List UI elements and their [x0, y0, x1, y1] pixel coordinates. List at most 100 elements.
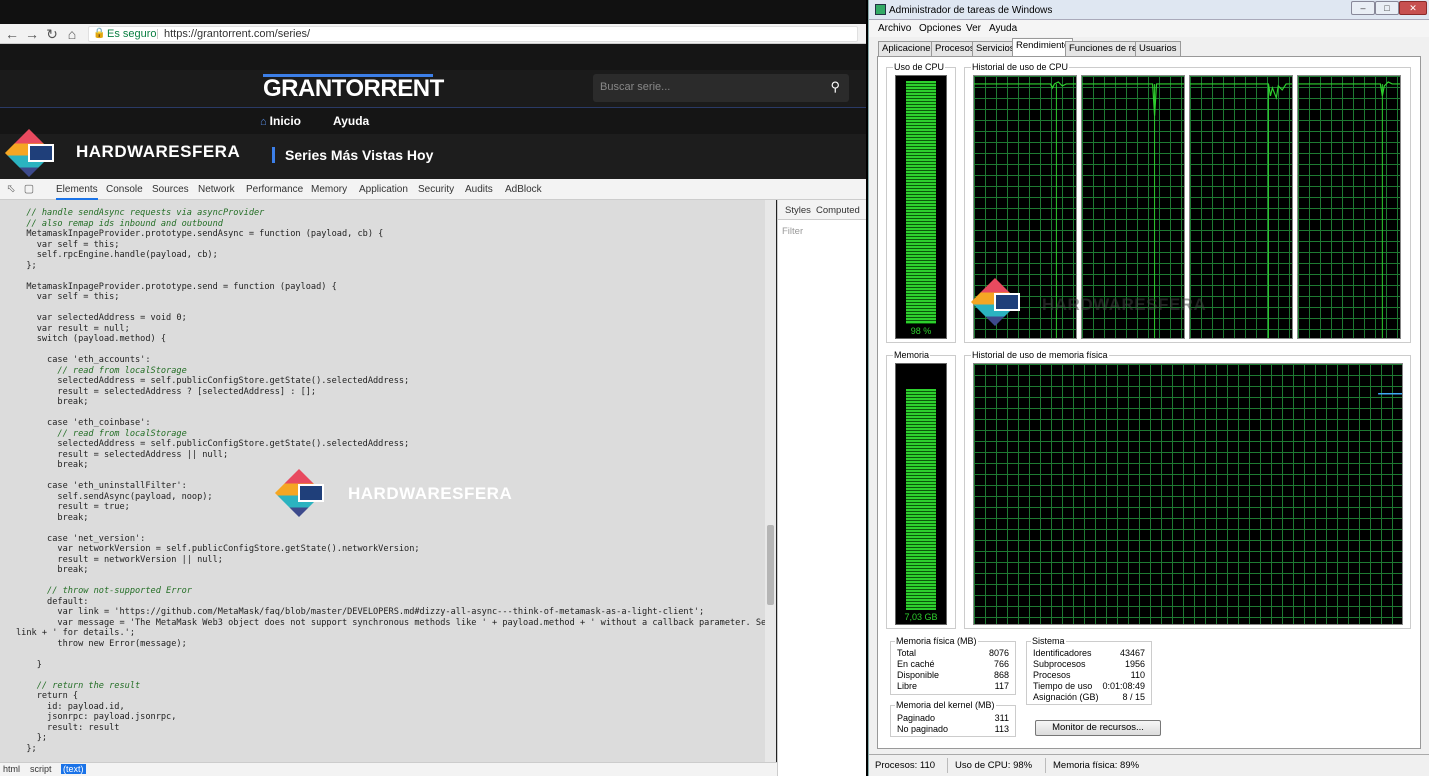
breadcrumb-html[interactable]: html — [3, 764, 20, 774]
devtools-tab-performance[interactable]: Performance — [246, 184, 303, 195]
code-line: case 'net_version': — [16, 533, 146, 544]
code-line: MetamaskInpageProvider.prototype.sendAsy… — [16, 229, 384, 239]
site-search-box[interactable]: Buscar serie... ⚲ — [593, 74, 849, 102]
maximize-icon[interactable]: □ — [1375, 1, 1399, 15]
stat-identificadores: Identificadores 43467 — [1033, 648, 1145, 659]
hero-title: Series Más Vistas Hoy — [272, 147, 433, 163]
code-line: switch (payload.method) { — [16, 334, 167, 344]
stat-value: 0:01:08:49 — [1102, 681, 1145, 691]
search-icon[interactable]: ⚲ — [830, 79, 840, 95]
stat-value: 8 / 15 — [1122, 692, 1145, 702]
devtools-tab-adblock[interactable]: AdBlock — [505, 184, 542, 195]
task-manager-icon — [875, 4, 886, 15]
device-toolbar-icon[interactable]: ▢ — [22, 182, 36, 196]
kernel-memory-title: Memoria del kernel (MB) — [895, 700, 996, 710]
website-content: GRANTORRENT Buscar serie... ⚲ ⌂ Inicio Ay… — [0, 44, 866, 179]
styles-filter-input[interactable]: Filter — [782, 226, 803, 237]
search-input[interactable]: Buscar serie... — [600, 81, 670, 93]
code-line: var self = this; — [16, 239, 120, 250]
resource-monitor-button[interactable]: Monitor de recursos... — [1035, 720, 1161, 736]
minimize-icon[interactable]: – — [1351, 1, 1375, 15]
dom-breadcrumb: html script (text) — [0, 762, 777, 776]
cpu-meter-fill — [906, 81, 936, 324]
menu-ayuda[interactable]: Ayuda — [989, 23, 1017, 34]
memory-label: Memoria — [893, 350, 931, 360]
code-line: // handle sendAsync requests via asyncPr… — [16, 208, 265, 218]
nav-ayuda[interactable]: Ayuda — [333, 114, 369, 128]
stat-label: Tiempo de uso — [1033, 681, 1093, 691]
cpu-meter-value: 98 % — [910, 326, 932, 336]
cpu-history-line — [1298, 81, 1400, 96]
stat-label: Asignación (GB) — [1033, 692, 1099, 702]
tab-strip — [0, 0, 866, 24]
tab-usuarios[interactable]: Usuarios — [1135, 41, 1181, 56]
task-manager-menubar: Archivo Opciones Ver Ayuda — [869, 20, 1429, 37]
stat-label: Total — [897, 648, 917, 658]
devtools-tab-elements[interactable]: Elements — [56, 184, 98, 200]
home-icon: ⌂ — [260, 116, 267, 128]
status-procesos: Procesos: 110 — [875, 760, 936, 771]
code-line: // return the result — [16, 680, 141, 691]
task-manager-statusbar: Procesos: 110 Uso de CPU: 98% Memoria fí… — [869, 754, 1429, 776]
devtools-tab-console[interactable]: Console — [106, 184, 143, 195]
stat-procesos: Procesos 110 — [1033, 670, 1145, 681]
watermark-text: HARDWARESFERA — [76, 142, 241, 161]
watermark-text: HARDWARESFERA — [1042, 295, 1207, 314]
code-line: var self = this; — [16, 292, 120, 302]
scrollbar-thumb[interactable] — [767, 525, 774, 605]
code-scrollbar[interactable] — [765, 200, 776, 762]
address-separator — [157, 29, 158, 39]
styles-tabbar: Styles Computed — [778, 200, 866, 220]
home-button-icon[interactable]: ⌂ — [64, 26, 80, 42]
devtools-tab-network[interactable]: Network — [198, 184, 235, 195]
nav-inicio[interactable]: ⌂ Inicio — [260, 114, 301, 128]
url-text[interactable]: https://grantorrent.com/series/ — [164, 27, 310, 41]
inspect-icon[interactable]: ⬁ — [4, 182, 18, 196]
forward-icon[interactable]: → — [24, 26, 40, 42]
menu-opciones[interactable]: Opciones — [919, 23, 961, 34]
status-cpu: Uso de CPU: 98% — [955, 760, 1033, 771]
stat-label: Procesos — [1033, 670, 1071, 680]
system-title: Sistema — [1031, 636, 1066, 646]
watermark-logo-taskmanager: HARDWARESFERA — [966, 275, 1206, 335]
tab-computed[interactable]: Computed — [816, 205, 860, 216]
tab-styles[interactable]: Styles — [785, 205, 811, 216]
status-memoria: Memoria física: 89% — [1053, 760, 1140, 771]
code-line: var result = null; — [16, 323, 130, 334]
devtools-tab-application[interactable]: Application — [359, 184, 408, 195]
address-bar[interactable]: 🔒 Es seguro https://grantorrent.com/seri… — [88, 26, 858, 42]
devtools-tab-memory[interactable]: Memory — [311, 184, 347, 195]
breadcrumb-script[interactable]: script — [30, 764, 52, 774]
code-line: link + ' for details.'; — [16, 628, 135, 638]
system-box: Identificadores 43467 Subprocesos 1956 Pro… — [1026, 641, 1152, 705]
monitor-icon — [298, 484, 324, 502]
back-icon[interactable]: ← — [4, 26, 20, 42]
stat-value: 43467 — [1119, 648, 1145, 658]
stat-value: 1956 — [1124, 659, 1145, 669]
physical-memory-title: Memoria física (MB) — [895, 636, 978, 646]
devtools-tab-security[interactable]: Security — [418, 184, 454, 195]
cpu-history-svg — [1298, 81, 1400, 338]
menu-archivo[interactable]: Archivo — [878, 23, 911, 34]
stat-value: 8076 — [988, 648, 1009, 658]
stat-value: 766 — [993, 659, 1009, 669]
breadcrumb-text[interactable]: (text) — [61, 764, 86, 774]
lock-icon: 🔒 — [93, 28, 106, 39]
site-logo[interactable]: GRANTORRENT — [263, 74, 444, 102]
close-icon[interactable]: ✕ — [1399, 1, 1427, 15]
code-line: default: — [16, 596, 89, 607]
code-line: } — [16, 659, 42, 670]
devtools-tab-sources[interactable]: Sources — [152, 184, 189, 195]
code-line: var selectedAddress = void 0; — [16, 313, 187, 323]
stat-label: Disponible — [897, 670, 940, 680]
menu-ver[interactable]: Ver — [966, 23, 981, 34]
devtools-tab-audits[interactable]: Audits — [465, 184, 493, 195]
reload-icon[interactable]: ↻ — [44, 26, 60, 42]
code-line: case 'eth_accounts': — [16, 355, 151, 365]
code-line: result = selectedAddress ? [selectedAddr… — [16, 386, 317, 397]
task-manager-tabs: Aplicaciones Procesos Servicios Rendimie… — [869, 38, 1429, 56]
